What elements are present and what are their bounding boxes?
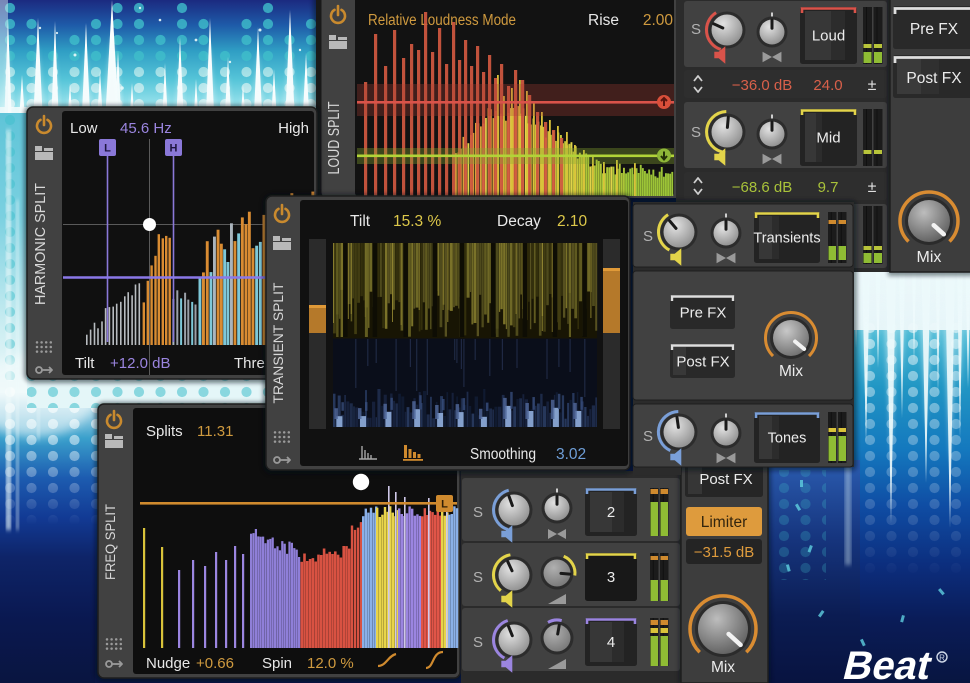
svg-text:−36.0 dB: −36.0 dB [732,77,792,94]
svg-text:S: S [643,428,653,445]
svg-text:S: S [691,21,701,38]
svg-text:Splits: Splits [146,423,183,440]
svg-text:Smoothing: Smoothing [470,446,536,463]
svg-text:Nudge: Nudge [146,655,190,672]
svg-text:H: H [170,143,178,155]
svg-text:+12.0 dB: +12.0 dB [110,355,170,372]
svg-text:Post FX: Post FX [699,471,752,488]
svg-text:Transients: Transients [753,231,820,247]
svg-text:Limiter: Limiter [701,514,748,531]
svg-text:3.02: 3.02 [556,446,586,463]
svg-text:2.10: 2.10 [557,213,588,230]
svg-text:Relative Loudness Mode: Relative Loudness Mode [368,12,516,29]
svg-text:Post FX: Post FX [906,70,962,87]
svg-text:R: R [939,654,945,663]
svg-text:FREQ SPLIT: FREQ SPLIT [102,504,118,580]
svg-text:Tilt: Tilt [75,355,95,372]
svg-text:S: S [643,228,653,245]
svg-text:Beat: Beat [839,643,937,683]
svg-text:9.7: 9.7 [818,179,839,196]
svg-text:11.31: 11.31 [197,423,233,440]
svg-text:High: High [278,120,309,137]
svg-text:Rise: Rise [588,12,619,29]
svg-text:Mix: Mix [711,659,735,676]
svg-text:S: S [691,124,701,141]
svg-text:±: ± [868,77,877,94]
svg-text:12.0 %: 12.0 % [307,655,354,672]
svg-text:3: 3 [607,569,615,586]
svg-text:−31.5 dB: −31.5 dB [694,544,754,561]
svg-text:S: S [473,569,483,586]
svg-text:Tones: Tones [768,431,807,447]
svg-text:Pre FX: Pre FX [910,21,959,38]
svg-text:TRANSIENT SPLIT: TRANSIENT SPLIT [270,282,286,403]
svg-text:4: 4 [607,634,615,651]
svg-text:Loud: Loud [812,28,845,45]
svg-text:Mix: Mix [917,249,942,266]
svg-text:S: S [473,504,483,521]
svg-text:+0.66: +0.66 [196,655,234,672]
svg-text:Mid: Mid [816,130,840,147]
svg-text:HARMONIC SPLIT: HARMONIC SPLIT [32,183,49,305]
svg-text:Pre FX: Pre FX [680,305,727,322]
svg-text:Low: Low [70,120,98,137]
svg-text:Tilt: Tilt [350,213,371,230]
svg-text:2: 2 [607,504,615,521]
svg-text:24.0: 24.0 [813,77,842,94]
svg-text:L: L [104,143,111,155]
svg-text:LOUD SPLIT: LOUD SPLIT [326,101,343,174]
svg-text:Spin: Spin [262,655,292,672]
svg-text:S: S [473,634,483,651]
svg-text:15.3 %: 15.3 % [393,213,441,230]
svg-text:±: ± [868,179,877,196]
svg-text:Mix: Mix [779,363,803,380]
svg-text:−68.6 dB: −68.6 dB [732,179,792,196]
svg-text:45.6 Hz: 45.6 Hz [120,120,172,137]
svg-text:Decay: Decay [497,213,541,230]
svg-text:L: L [441,499,448,511]
svg-text:Post FX: Post FX [676,354,729,371]
svg-text:2.00: 2.00 [643,12,674,29]
